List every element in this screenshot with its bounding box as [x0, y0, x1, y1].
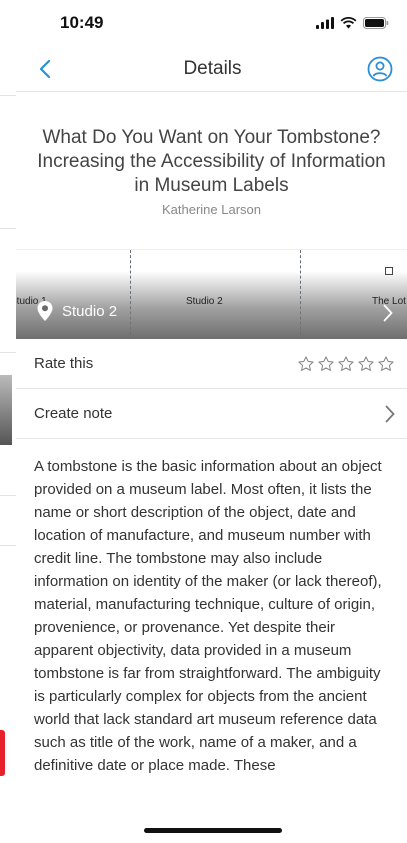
background-thumbnail: [0, 375, 12, 445]
status-time: 10:49: [60, 13, 104, 32]
location-map[interactable]: Studio 1 Studio 2 The Lot Studio 2: [16, 249, 407, 339]
chevron-left-icon: [39, 59, 51, 78]
divider: [0, 95, 16, 96]
background-page: [0, 0, 16, 843]
item-description: A tombstone is the basic information abo…: [34, 458, 382, 774]
wifi-icon: [340, 17, 357, 29]
item-author: Katherine Larson: [161, 202, 261, 217]
back-button[interactable]: [30, 54, 60, 84]
divider: [0, 352, 16, 353]
star-icon[interactable]: [297, 355, 315, 373]
user-icon: [367, 56, 393, 81]
item-title: What Do You Want on Your Tombstone? Incr…: [37, 127, 386, 196]
divider: [0, 545, 16, 546]
status-bar: 10:49: [16, 0, 407, 46]
map-label-center: Studio 2: [186, 296, 223, 307]
chevron-right-icon: [385, 405, 395, 422]
location-label: Studio 2: [62, 302, 118, 320]
rate-row: Rate this: [16, 339, 407, 389]
star-rating[interactable]: [297, 355, 395, 373]
rate-label: Rate this: [34, 355, 94, 372]
item-header: What Do You Want on Your Tombstone? Incr…: [16, 92, 407, 235]
details-sheet: 10:49 Details What Do You Want on Your T…: [16, 0, 407, 843]
divider: [0, 228, 16, 229]
star-icon[interactable]: [377, 355, 395, 373]
star-icon[interactable]: [357, 355, 375, 373]
create-note-row[interactable]: Create note: [16, 389, 407, 439]
background-red-marker: [0, 730, 5, 776]
nav-bar: Details: [16, 46, 407, 92]
create-note-label: Create note: [34, 405, 113, 422]
location-pin: Studio 2: [36, 300, 117, 322]
chevron-right-icon: [383, 304, 393, 322]
divider: [0, 495, 16, 496]
signal-icon: [316, 17, 334, 29]
home-indicator[interactable]: [144, 828, 282, 833]
map-pin-icon: [37, 301, 53, 321]
profile-button[interactable]: [365, 54, 395, 84]
star-icon[interactable]: [337, 355, 355, 373]
battery-icon: [363, 17, 389, 29]
page-title: Details: [183, 57, 242, 79]
star-icon[interactable]: [317, 355, 335, 373]
status-icons: [316, 17, 389, 29]
